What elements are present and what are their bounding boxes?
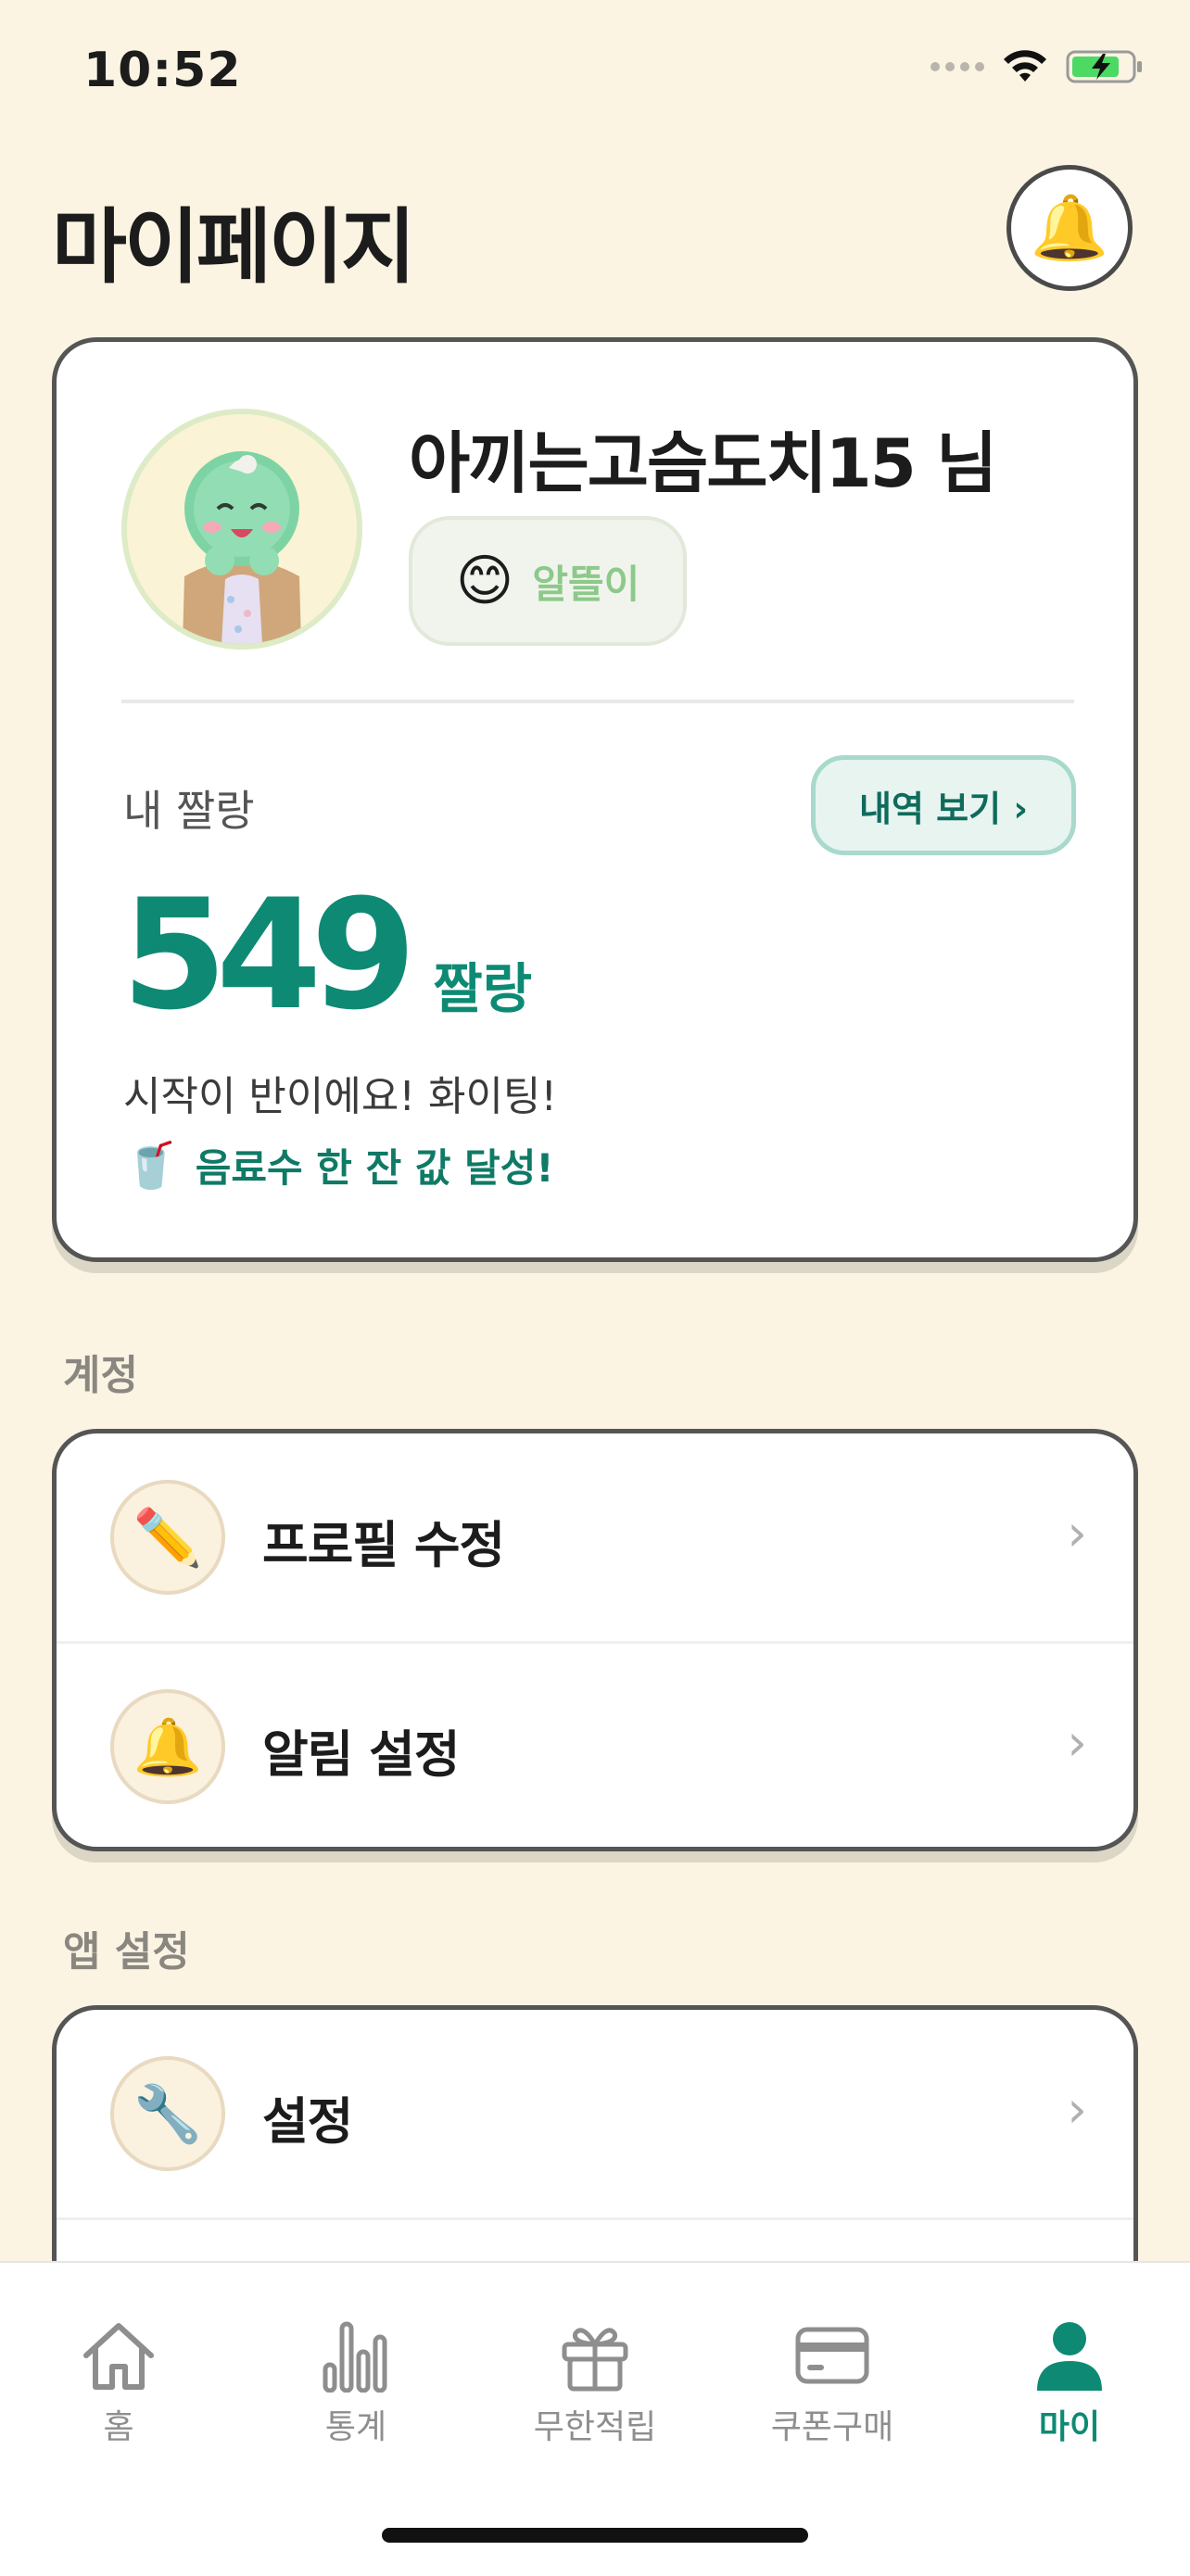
tab-label: 홈 <box>103 2408 134 2446</box>
user-icon <box>1037 2322 1102 2391</box>
cellular-signal-icon <box>930 62 984 71</box>
home-indicator <box>382 2528 808 2543</box>
points-row: 549 짤랑 <box>121 879 532 1031</box>
menu-item-label: 알림 설정 <box>262 1725 461 1784</box>
menu-item-settings[interactable]: 🔧 설정 › <box>57 2010 1133 2214</box>
tab-my[interactable]: 마이 <box>977 2318 1162 2448</box>
pencil-icon: ✏️ <box>110 1480 225 1595</box>
drink-cup-icon: 🥤 <box>123 1140 179 1192</box>
points-unit: 짤랑 <box>433 957 533 1020</box>
tab-label: 무한적립 <box>533 2408 657 2446</box>
menu-item-edit-profile[interactable]: ✏️ 프로필 수정 › <box>57 1433 1133 1637</box>
smile-icon: 😊 <box>455 549 514 613</box>
section-title-account: 계정 <box>63 1352 138 1399</box>
bell-icon: 🔔 <box>1030 192 1109 265</box>
gift-icon <box>562 2328 628 2392</box>
level-label: 알뜰이 <box>532 561 640 607</box>
tab-coupon-purchase[interactable]: 쿠폰구매 <box>740 2318 925 2448</box>
level-badge: 😊 알뜰이 <box>409 516 687 646</box>
status-time: 10:52 <box>83 43 242 98</box>
points-label: 내 짤랑 <box>123 786 255 836</box>
divider <box>121 700 1074 703</box>
section-title-app-settings: 앱 설정 <box>63 1928 190 1976</box>
points-value: 549 <box>121 866 416 1043</box>
menu-item-notification-settings[interactable]: 🔔 알림 설정 › <box>57 1643 1133 1847</box>
hedgehog-avatar-icon <box>127 414 357 644</box>
achievement: 🥤 음료수 한 잔 값 달성! <box>123 1137 554 1193</box>
profile-card: 아끼는고슴도치15 님 😊 알뜰이 내 짤랑 내역 보기 › 549 짤랑 시작… <box>52 337 1138 1262</box>
avatar[interactable] <box>121 409 362 650</box>
menu-item-label: 설정 <box>262 2092 353 2151</box>
tab-label: 통계 <box>324 2408 387 2446</box>
wifi-icon <box>1004 50 1046 82</box>
tab-stats[interactable]: 통계 <box>263 2318 449 2448</box>
chevron-right-icon: › <box>1067 1504 1087 1562</box>
tab-label: 마이 <box>1038 2408 1101 2446</box>
bar-chart-icon <box>323 2321 387 2393</box>
wrench-icon: 🔧 <box>110 2056 225 2171</box>
achievement-text: 음료수 한 잔 값 달성! <box>195 1145 554 1191</box>
status-icons <box>930 48 1144 85</box>
home-icon <box>83 2323 154 2390</box>
tab-home[interactable]: 홈 <box>26 2318 211 2448</box>
chevron-right-icon: › <box>1067 1713 1087 1772</box>
tab-label: 쿠폰구매 <box>770 2408 894 2446</box>
encouragement-message: 시작이 반이에요! 화이팅! <box>123 1073 558 1120</box>
view-history-button[interactable]: 내역 보기 › <box>811 755 1076 855</box>
status-bar: 10:52 <box>0 0 1190 139</box>
chevron-right-icon: › <box>1067 2080 1087 2139</box>
menu-item-label: 프로필 수정 <box>262 1516 505 1574</box>
divider <box>57 2217 1133 2220</box>
bell-icon: 🔔 <box>110 1689 225 1804</box>
credit-card-icon <box>795 2327 869 2384</box>
tab-unlimited-earn[interactable]: 무한적립 <box>502 2318 688 2448</box>
notification-button[interactable]: 🔔 <box>1006 165 1133 291</box>
page-title: 마이페이지 <box>52 199 416 295</box>
account-menu-card: ✏️ 프로필 수정 › 🔔 알림 설정 › <box>52 1429 1138 1851</box>
battery-icon <box>1066 50 1142 83</box>
username: 아끼는고슴도치15 님 <box>409 424 997 502</box>
